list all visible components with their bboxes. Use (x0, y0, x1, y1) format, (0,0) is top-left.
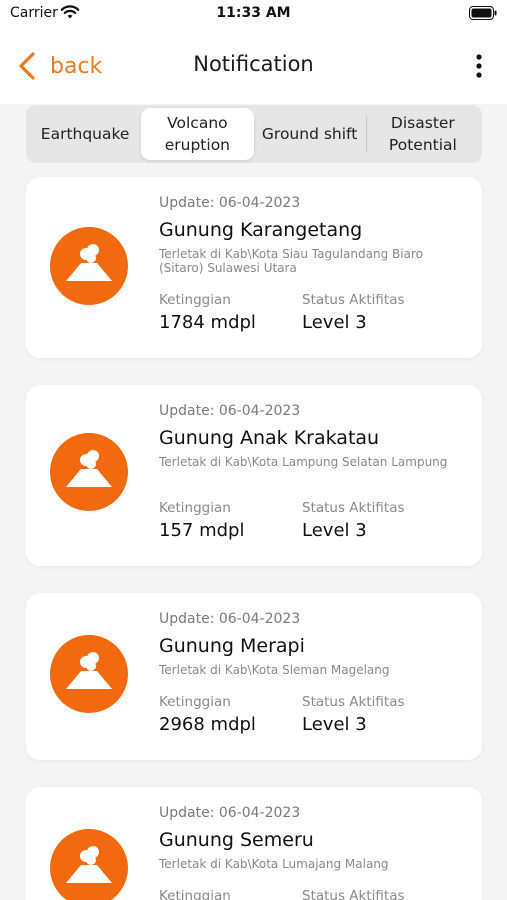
elevation-label: Ketinggian (159, 500, 231, 516)
volcano-name: Gunung Anak Krakatau (159, 427, 380, 449)
tab-disaster-potential[interactable]: Disaster Potential (367, 108, 479, 160)
tab-disaster-potential-label: Disaster Potential (388, 114, 457, 154)
notification-card[interactable]: Update: 06-04-2023 Gunung Merapi Terleta… (26, 593, 482, 760)
volcano-name: Gunung Semeru (159, 829, 314, 851)
elevation-value: 1784 mdpl (159, 312, 256, 333)
notification-card[interactable]: Update: 06-04-2023 Gunung Karangetang Te… (26, 177, 482, 358)
volcano-name: Gunung Karangetang (159, 219, 363, 241)
status-value: Level 3 (302, 312, 367, 333)
volcano-avatar (50, 227, 128, 305)
status-label: Status Aktifitas (302, 694, 405, 710)
volcano-icon (66, 846, 112, 883)
volcano-icon (66, 244, 112, 281)
volcano-name: Gunung Merapi (159, 635, 305, 657)
update-date: Update: 06-04-2023 (159, 403, 301, 419)
elevation-value: 2968 mdpl (159, 714, 256, 735)
volcano-icon (66, 450, 112, 487)
elevation-label: Ketinggian (159, 292, 231, 308)
notification-card[interactable]: Update: 06-04-2023 Gunung Semeru Terleta… (26, 787, 482, 900)
page-title: Notification (193, 52, 314, 76)
update-date: Update: 06-04-2023 (159, 805, 301, 821)
volcano-icon (66, 652, 112, 689)
category-tabs: Earthquake Volcano eruption Ground shift… (26, 105, 482, 163)
status-label: Status Aktifitas (302, 292, 405, 308)
volcano-location: Terletak di Kab\Kota Siau Tagulandang Bi… (159, 247, 423, 275)
status-label: Status Aktifitas (302, 888, 405, 900)
tab-ground-shift[interactable]: Ground shift (254, 108, 366, 160)
status-value: Level 3 (302, 520, 367, 541)
notification-card[interactable]: Update: 06-04-2023 Gunung Anak Krakatau … (26, 385, 482, 566)
volcano-avatar (50, 635, 128, 713)
elevation-value: 157 mdpl (159, 520, 245, 541)
battery-icon (469, 6, 497, 20)
tab-volcano-eruption[interactable]: Volcano eruption (141, 108, 254, 160)
status-bar: Carrier 11:33 AM (0, 0, 507, 28)
elevation-label: Ketinggian (159, 694, 231, 710)
update-date: Update: 06-04-2023 (159, 611, 301, 627)
volcano-avatar (50, 829, 128, 900)
volcano-location: Terletak di Kab\Kota Lampung Selatan Lam… (159, 455, 448, 469)
more-vertical-icon[interactable] (471, 52, 487, 80)
tab-volcano-eruption-label: Volcano eruption (164, 114, 230, 154)
volcano-location: Terletak di Kab\Kota Sleman Magelang (159, 663, 390, 677)
update-date: Update: 06-04-2023 (159, 195, 301, 211)
volcano-avatar (50, 433, 128, 511)
elevation-label: Ketinggian (159, 888, 231, 900)
status-label: Status Aktifitas (302, 500, 405, 516)
status-value: Level 3 (302, 714, 367, 735)
tab-earthquake[interactable]: Earthquake (29, 108, 141, 160)
volcano-location: Terletak di Kab\Kota Lumajang Malang (159, 857, 389, 871)
navigation-bar: back Notification (0, 28, 507, 104)
clock: 11:33 AM (216, 5, 291, 21)
